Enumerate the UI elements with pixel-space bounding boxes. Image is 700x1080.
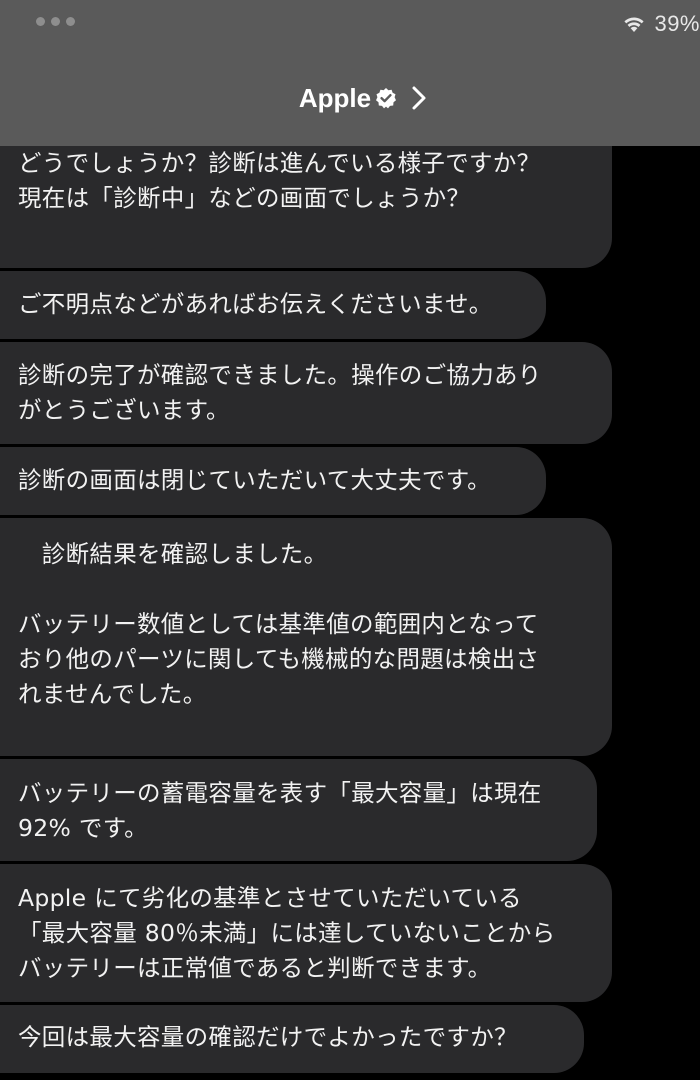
message-list[interactable]: どうでしょうか？診断は進んでいる様子ですか？ 現在は「診断中」などの画面でしょう… bbox=[0, 0, 700, 1080]
message-bubble: 診断の完了が確認できました。操作のご協力あり がとうございます。 bbox=[0, 342, 612, 444]
status-bar-right: 39% bbox=[622, 10, 700, 38]
message-bubble: Apple にて劣化の基準とさせていただいている 「最大容量 80％未満」には達… bbox=[0, 864, 612, 1002]
multitasking-dots-icon[interactable] bbox=[36, 17, 75, 26]
chevron-right-icon bbox=[411, 85, 427, 111]
verified-badge-icon bbox=[375, 87, 397, 109]
message-bubble: バッテリーの蓄電容量を表す「最大容量」は現在 92% です。 bbox=[0, 759, 597, 861]
message-bubble: 診断の画面は閉じていただいて大丈夫です。 bbox=[0, 447, 546, 515]
message-bubble: 診断結果を確認しました。 バッテリー数値としては基準値の範囲内となって おり他の… bbox=[0, 518, 612, 756]
message-bubble: ご不明点などがあればお伝えくださいませ。 bbox=[0, 271, 546, 339]
chat-header: 39% Apple bbox=[0, 0, 700, 146]
wifi-icon bbox=[622, 15, 646, 33]
contact-title-button[interactable]: Apple bbox=[0, 78, 700, 118]
battery-percentage: 39% bbox=[654, 11, 700, 36]
contact-name: Apple bbox=[298, 82, 372, 113]
message-bubble: 今回は最大容量の確認だけでよかったですか？ bbox=[0, 1005, 584, 1073]
